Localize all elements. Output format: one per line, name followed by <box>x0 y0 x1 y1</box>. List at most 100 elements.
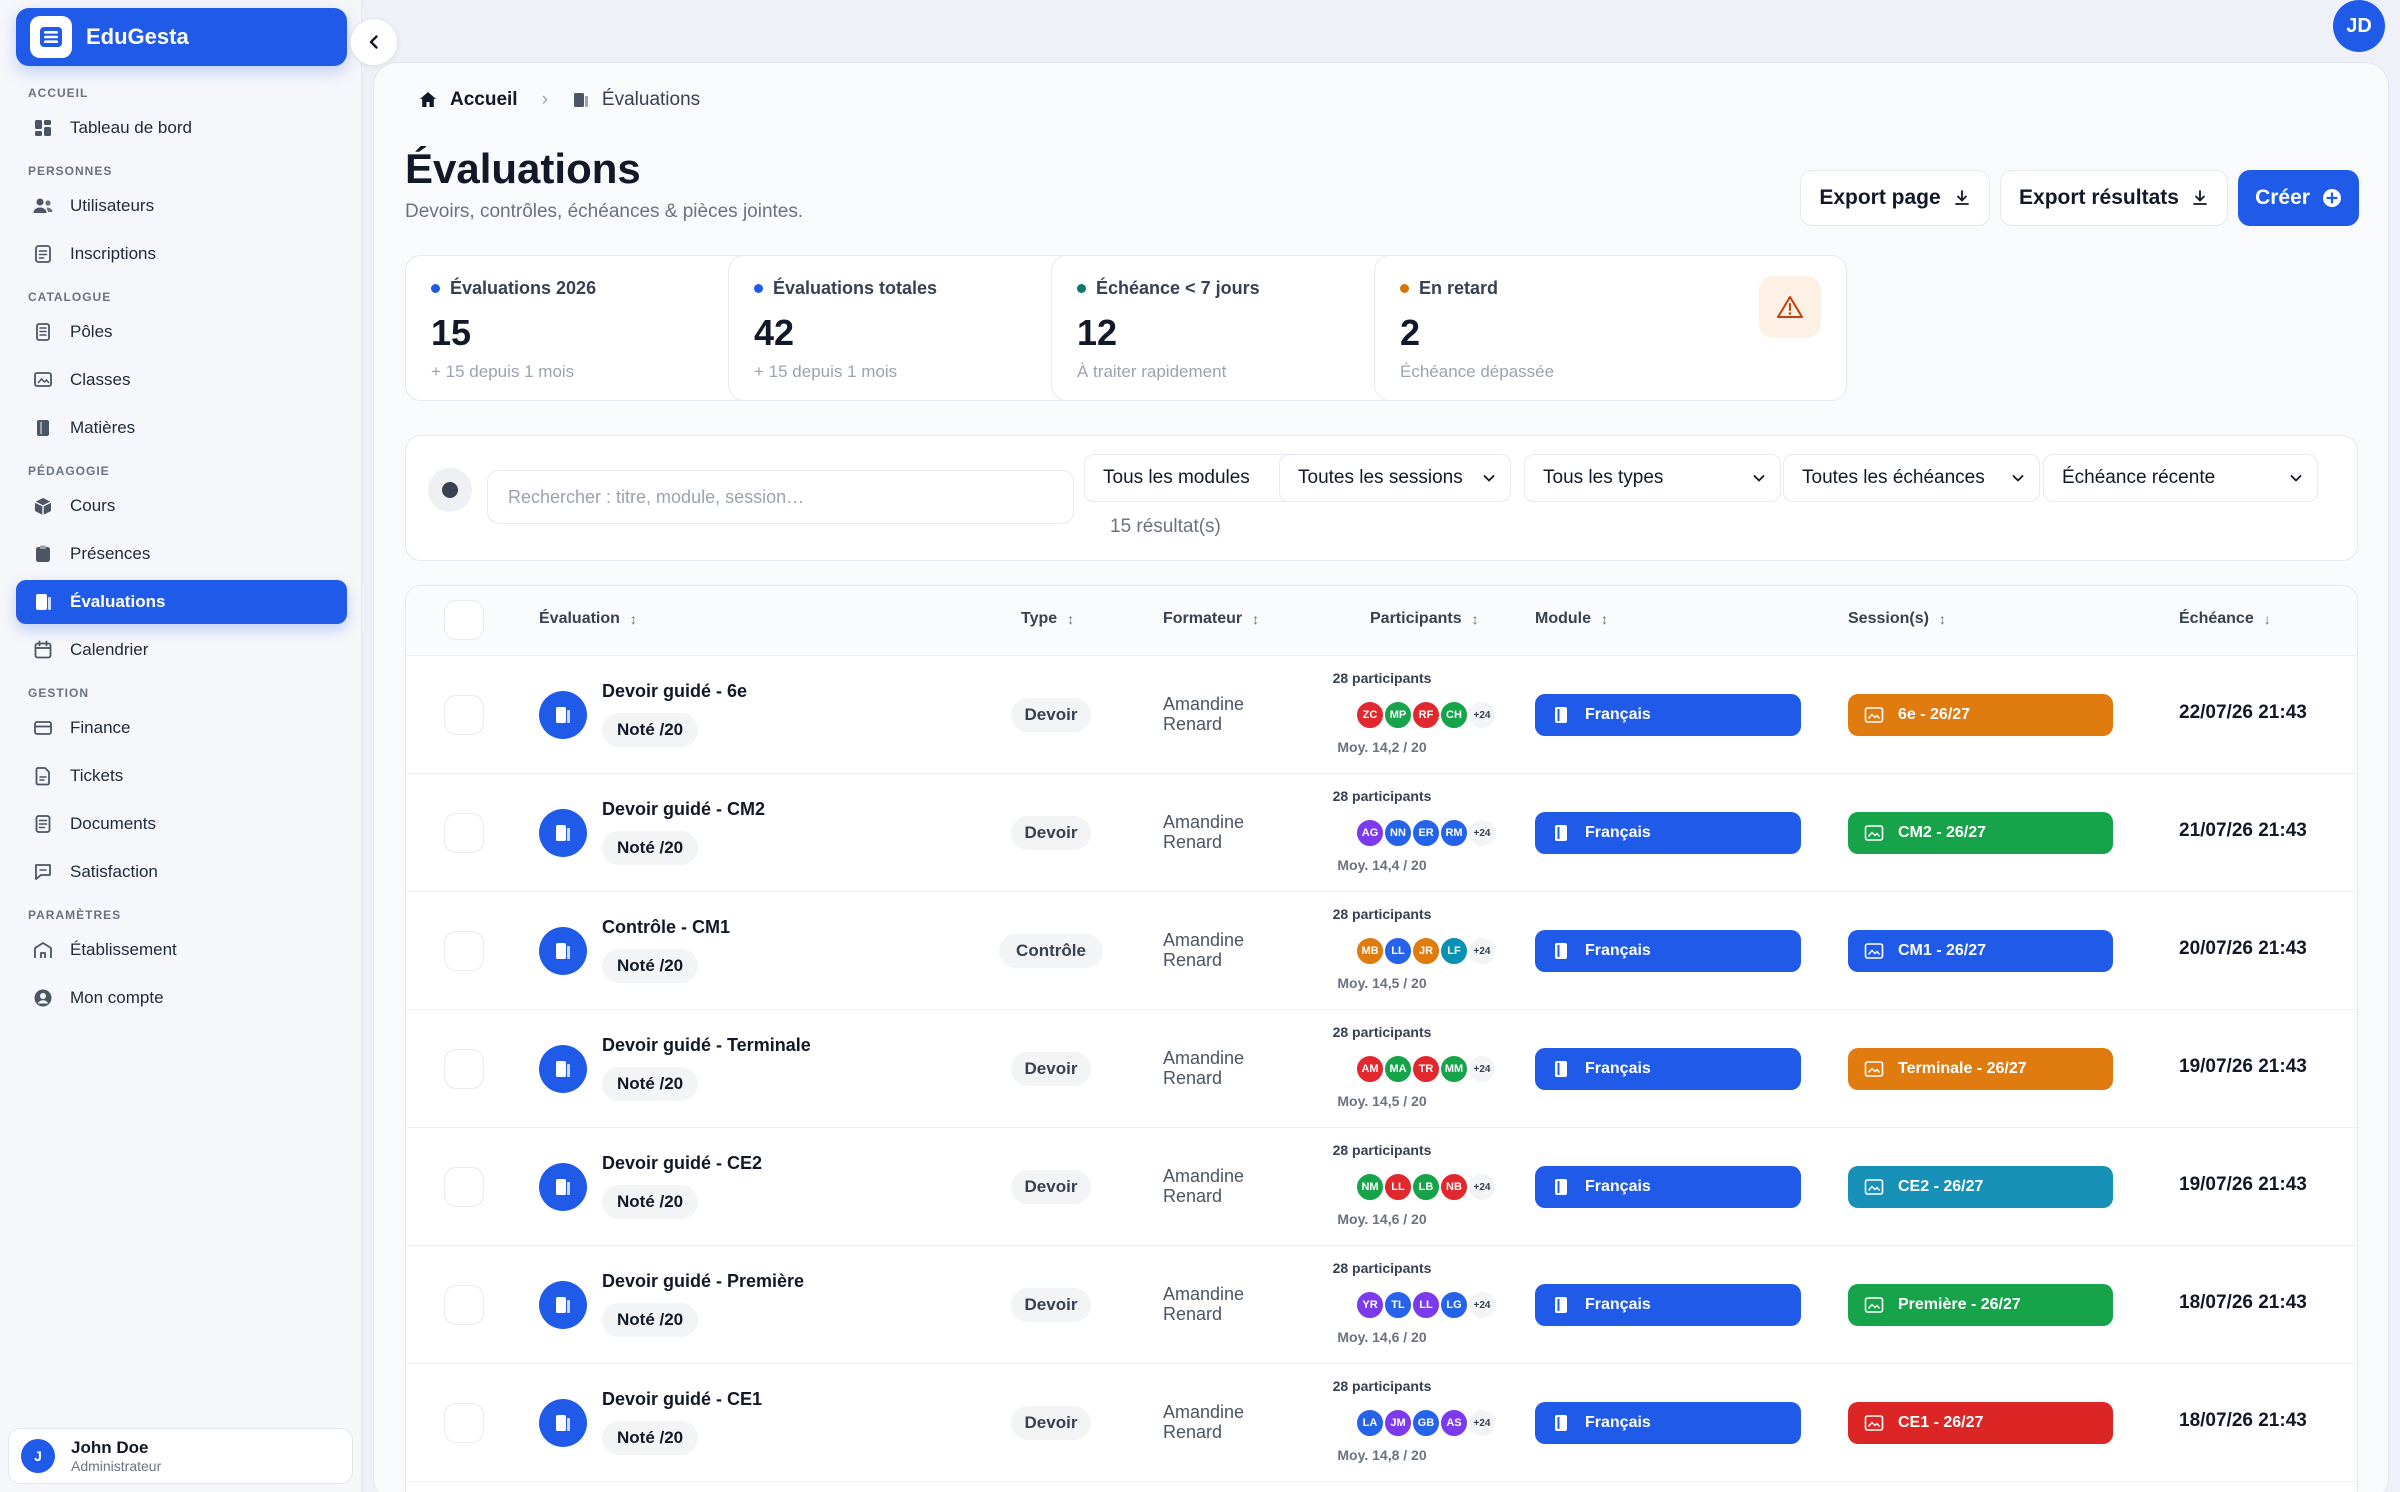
sidebar-item-satisfaction[interactable]: Satisfaction <box>16 850 347 894</box>
row-checkbox[interactable] <box>444 1167 484 1207</box>
filter-select[interactable]: Tous les types <box>1524 454 1781 502</box>
participant-avatars[interactable]: MB LL JR LF +24 <box>1355 936 1497 966</box>
column-header-due-date[interactable]: Échéance ↓ <box>2179 610 2271 628</box>
sidebar-item-classes[interactable]: Classes <box>16 358 347 402</box>
row-checkbox[interactable] <box>444 695 484 735</box>
sidebar-item-dashboard[interactable]: Tableau de bord <box>16 106 347 150</box>
user-card[interactable]: J John Doe Administrateur <box>8 1428 353 1484</box>
session-badge[interactable]: CM2 - 26/27 <box>1848 812 2113 854</box>
filter-select[interactable]: Toutes les sessions <box>1279 454 1511 502</box>
table-row[interactable]: Contrôle - CM1 Noté /20 Contrôle Amandine Re… <box>406 892 2357 1010</box>
account-icon <box>32 987 54 1009</box>
sort-icon: ↕ <box>1067 611 1075 627</box>
top-user-avatar[interactable]: JD <box>2333 0 2385 52</box>
table-row[interactable]: Devoir guidé - CE1 Noté /20 Devoir Amandine… <box>406 1364 2357 1482</box>
row-checkbox[interactable] <box>444 931 484 971</box>
evaluation-title[interactable]: Devoir guidé - CE2 <box>602 1153 762 1174</box>
table-row[interactable]: Devoir guidé - CM2 Noté /20 Devoir Amandine… <box>406 774 2357 892</box>
table-row[interactable]: Devoir guidé - 6e Noté /20 Devoir Amandine R… <box>406 656 2357 774</box>
row-checkbox[interactable] <box>444 1285 484 1325</box>
sidebar-item-attendance[interactable]: Présences <box>16 532 347 576</box>
session-badge[interactable]: Première - 26/27 <box>1848 1284 2113 1326</box>
evaluation-title[interactable]: Devoir guidé - Première <box>602 1271 804 1292</box>
sidebar-item-evaluations[interactable]: Évaluations <box>16 580 347 624</box>
column-header-label: Formateur <box>1163 610 1243 627</box>
row-checkbox[interactable] <box>444 1403 484 1443</box>
more-participants-badge: +24 <box>1467 700 1497 730</box>
module-badge[interactable]: Français <box>1535 1284 1801 1326</box>
table-row[interactable]: Devoir guidé - Première Noté /20 Devoir Ama… <box>406 1246 2357 1364</box>
module-badge[interactable]: Français <box>1535 694 1801 736</box>
warning-icon <box>1759 276 1821 338</box>
module-label: Français <box>1585 1060 1651 1077</box>
participant-avatars[interactable]: ZC MP RF CH +24 <box>1355 700 1497 730</box>
sidebar-item-calendar[interactable]: Calendrier <box>16 628 347 672</box>
column-header-participants[interactable]: Participants ↕ <box>1370 610 1479 628</box>
evaluation-document-icon <box>539 1045 587 1093</box>
export-results-button[interactable]: Export résultats <box>2000 170 2228 226</box>
breadcrumb-home-link[interactable]: Accueil <box>450 89 518 111</box>
session-badge[interactable]: Terminale - 26/27 <box>1848 1048 2113 1090</box>
select-all-checkbox[interactable] <box>444 600 484 640</box>
due-date: 19/07/26 21:43 <box>2179 1174 2307 1195</box>
column-header-type[interactable]: Type ↕ <box>1021 610 1074 628</box>
participant-avatars[interactable]: LA JM GB AS +24 <box>1355 1408 1497 1438</box>
sidebar-item-subjects[interactable]: Matières <box>16 406 347 450</box>
column-header-evaluation[interactable]: Évaluation ↕ <box>539 610 637 628</box>
filter-toggle-button[interactable] <box>428 468 472 512</box>
column-header-module[interactable]: Module ↕ <box>1535 610 1608 628</box>
participant-avatars[interactable]: AG NN ER RM +24 <box>1355 818 1497 848</box>
type-badge: Devoir <box>1011 1406 1091 1440</box>
chevron-down-icon <box>1480 469 1498 487</box>
row-checkbox[interactable] <box>444 1049 484 1089</box>
page-title: Évaluations <box>405 145 641 192</box>
participant-avatars[interactable]: AM MA TR MM +24 <box>1355 1054 1497 1084</box>
column-header-trainer[interactable]: Formateur ↕ <box>1163 610 1259 628</box>
evaluation-title[interactable]: Devoir guidé - CE1 <box>602 1389 762 1410</box>
module-badge[interactable]: Français <box>1535 812 1801 854</box>
sidebar-item-account[interactable]: Mon compte <box>16 976 347 1020</box>
filter-select-value: Toutes les sessions <box>1298 467 1463 488</box>
trainer-name: Amandine Renard <box>1163 1284 1244 1324</box>
sidebar-item-poles[interactable]: Pôles <box>16 310 347 354</box>
evaluation-title[interactable]: Devoir guidé - Terminale <box>602 1035 811 1056</box>
sidebar-item-school[interactable]: Établissement <box>16 928 347 972</box>
module-badge[interactable]: Français <box>1535 1048 1801 1090</box>
evaluation-title[interactable]: Devoir guidé - 6e <box>602 681 747 702</box>
brand-logo-button[interactable]: EduGesta <box>16 8 347 66</box>
sidebar-item-documents[interactable]: Documents <box>16 802 347 846</box>
participant-avatars[interactable]: NM LL LB NB +24 <box>1355 1172 1497 1202</box>
search-input[interactable] <box>487 470 1074 524</box>
grading-badge: Noté /20 <box>602 1303 699 1337</box>
table-row[interactable]: Devoir guidé - CE2 Noté /20 Devoir Amandine… <box>406 1128 2357 1246</box>
module-badge[interactable]: Français <box>1535 930 1801 972</box>
column-header-sessions[interactable]: Session(s) ↕ <box>1848 610 1946 628</box>
evaluation-title[interactable]: Devoir guidé - CM2 <box>602 799 765 820</box>
module-badge[interactable]: Français <box>1535 1166 1801 1208</box>
session-label: CE2 - 26/27 <box>1898 1178 1984 1195</box>
export-page-button[interactable]: Export page <box>1800 170 1990 226</box>
classes-icon <box>32 369 54 391</box>
sort-icon: ↕ <box>1938 611 1946 627</box>
filter-select[interactable]: Toutes les échéances <box>1783 454 2040 502</box>
stat-value: 15 <box>431 312 472 353</box>
table-row[interactable]: Devoir guidé - Terminale Noté /20 Devoir Am… <box>406 1010 2357 1128</box>
filter-select[interactable]: Échéance récente <box>2043 454 2318 502</box>
sidebar-item-users[interactable]: Utilisateurs <box>16 184 347 228</box>
create-button[interactable]: Créer <box>2238 170 2359 226</box>
module-label: Français <box>1585 824 1651 841</box>
session-badge[interactable]: CE1 - 26/27 <box>1848 1402 2113 1444</box>
participant-avatars[interactable]: YR TL LL LG +24 <box>1355 1290 1497 1320</box>
row-checkbox[interactable] <box>444 813 484 853</box>
sidebar-item-finance[interactable]: Finance <box>16 706 347 750</box>
sidebar-item-registrations[interactable]: Inscriptions <box>16 232 347 276</box>
evaluation-title[interactable]: Contrôle - CM1 <box>602 917 730 938</box>
session-badge[interactable]: 6e - 26/27 <box>1848 694 2113 736</box>
sidebar-item-courses[interactable]: Cours <box>16 484 347 528</box>
sidebar-item-tickets[interactable]: Tickets <box>16 754 347 798</box>
module-badge[interactable]: Français <box>1535 1402 1801 1444</box>
session-badge[interactable]: CE2 - 26/27 <box>1848 1166 2113 1208</box>
sidebar-nav: ACCUEIL Tableau de bord PERSONNES Utilisate… <box>16 84 347 1024</box>
session-badge[interactable]: CM1 - 26/27 <box>1848 930 2113 972</box>
collapse-sidebar-button[interactable] <box>350 18 398 66</box>
